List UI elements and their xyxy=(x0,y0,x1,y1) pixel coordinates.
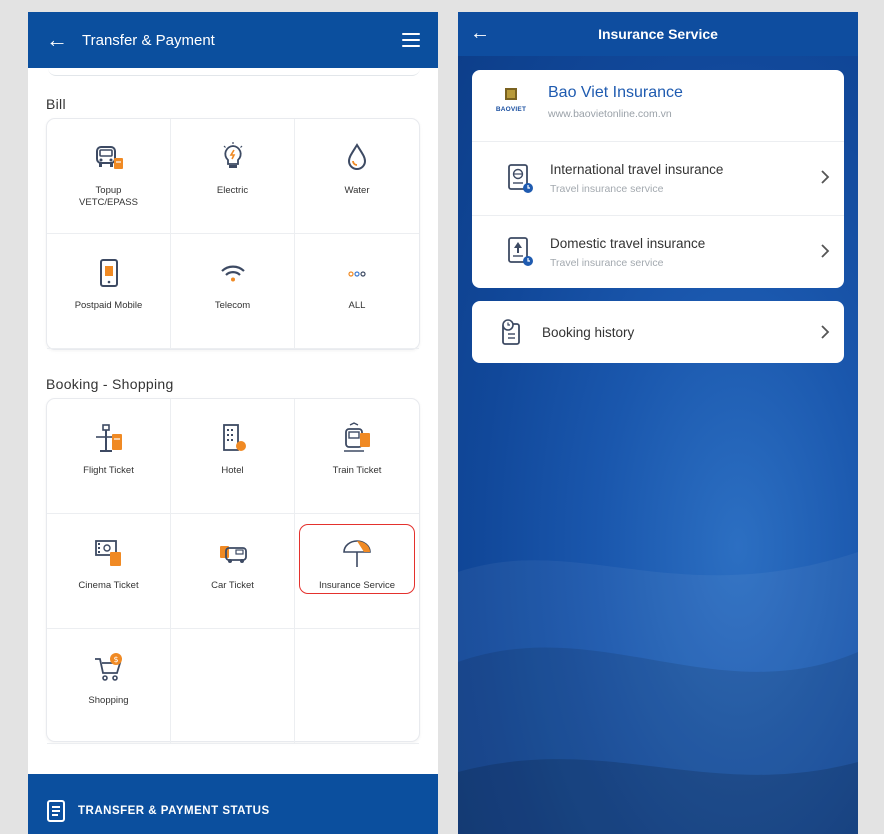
insurance-service-screen: ← Insurance Service BAOVIET Bao Viet Ins… xyxy=(458,12,858,834)
service-title: International travel insurance xyxy=(550,162,724,177)
bill-item-postpaid-mobile[interactable]: Postpaid Mobile xyxy=(47,234,171,349)
bill-section-title: Bill xyxy=(46,96,66,112)
bill-item-telecom[interactable]: Telecom xyxy=(171,234,295,349)
provider-name: Bao Viet Insurance xyxy=(548,84,683,101)
previous-section-edge xyxy=(48,68,420,76)
bill-item-electric[interactable]: Electric xyxy=(171,119,295,234)
film-icon xyxy=(94,540,121,566)
service-international-travel[interactable]: International travel insurance Travel in… xyxy=(472,142,844,215)
back-arrow-icon[interactable]: ← xyxy=(470,22,490,45)
empty-cell xyxy=(171,629,295,744)
bill-item-label: Topup VETC/EPASS xyxy=(79,185,138,208)
baoviet-logo-text: BAOVIET xyxy=(495,106,527,113)
shopping-cart-icon: $ xyxy=(94,653,122,681)
booking-item-label: Train Ticket xyxy=(332,465,382,476)
booking-item-label: Hotel xyxy=(221,465,244,476)
chevron-right-icon xyxy=(821,170,830,184)
service-subtitle: Travel insurance service xyxy=(550,256,664,269)
train-icon xyxy=(344,422,370,452)
transfer-payment-status-bar[interactable]: TRANSFER & PAYMENT STATUS xyxy=(28,774,438,834)
bill-item-label: ALL xyxy=(348,300,366,311)
bill-item-label: Water xyxy=(344,185,370,196)
booking-item-flight[interactable]: Flight Ticket xyxy=(47,399,171,514)
hotel-icon xyxy=(222,424,246,451)
svg-text:$: $ xyxy=(113,655,118,664)
mobile-bill-icon xyxy=(99,259,118,287)
page-title: Insurance Service xyxy=(598,26,718,42)
app-header: ← Insurance Service xyxy=(458,12,858,56)
empty-cell xyxy=(295,629,419,744)
booking-item-hotel[interactable]: Hotel xyxy=(171,399,295,514)
bill-card: Topup VETC/EPASS Electric Water Postpaid… xyxy=(46,118,420,350)
bill-item-label: Postpaid Mobile xyxy=(74,300,143,311)
light-bulb-icon xyxy=(223,142,242,168)
bill-item-label: Electric xyxy=(216,185,249,196)
airport-tower-icon xyxy=(95,424,122,452)
insurance-provider-card: BAOVIET Bao Viet Insurance www.baovieton… xyxy=(472,70,844,288)
status-bar-label: TRANSFER & PAYMENT STATUS xyxy=(78,805,270,817)
booking-item-label: Flight Ticket xyxy=(83,465,134,476)
booking-item-label: Shopping xyxy=(88,695,129,706)
bill-item-water[interactable]: Water xyxy=(295,119,419,234)
booking-item-label: Cinema Ticket xyxy=(78,580,139,591)
booking-item-train[interactable]: Train Ticket xyxy=(295,399,419,514)
chevron-right-icon xyxy=(821,325,830,339)
service-title: Domestic travel insurance xyxy=(550,235,706,251)
document-list-icon xyxy=(47,800,65,822)
toll-car-icon xyxy=(95,146,123,169)
service-subtitle: Travel insurance service xyxy=(550,183,664,195)
wifi-icon xyxy=(220,265,245,282)
booking-item-cinema[interactable]: Cinema Ticket xyxy=(47,514,171,629)
booking-section-title: Booking - Shopping xyxy=(46,376,174,392)
passport-plane-icon xyxy=(508,237,533,266)
history-document-icon xyxy=(502,319,520,345)
transfer-payment-screen: ← Transfer & Payment Bill Topup VETC/EPA… xyxy=(28,12,438,834)
provider-url: www.baovietonline.com.vn xyxy=(548,108,672,120)
booking-item-car[interactable]: Car Ticket xyxy=(171,514,295,629)
bill-item-all[interactable]: ALL xyxy=(295,234,419,349)
more-dots-icon xyxy=(348,271,366,277)
hamburger-menu-icon[interactable] xyxy=(402,33,420,47)
booking-item-insurance[interactable]: Insurance Service xyxy=(295,514,419,629)
app-header: ← Transfer & Payment xyxy=(28,12,438,68)
booking-history-label: Booking history xyxy=(542,324,635,340)
booking-card: Flight Ticket Hotel Train Ticket Cinema … xyxy=(46,398,420,744)
bill-item-topup[interactable]: Topup VETC/EPASS xyxy=(47,119,171,234)
page-title: Transfer & Payment xyxy=(82,31,215,49)
bill-item-label: Telecom xyxy=(214,300,251,311)
passport-globe-icon xyxy=(508,163,533,193)
provider-header: BAOVIET Bao Viet Insurance www.baovieton… xyxy=(472,70,844,142)
chevron-right-icon xyxy=(821,244,830,258)
selection-highlight xyxy=(299,524,415,594)
water-drop-icon xyxy=(347,143,367,170)
baoviet-logo-mark xyxy=(505,88,517,100)
booking-item-shopping[interactable]: $ Shopping xyxy=(47,629,171,744)
back-arrow-icon[interactable]: ← xyxy=(46,27,76,53)
booking-item-label: Car Ticket xyxy=(211,580,254,591)
bus-icon xyxy=(219,546,247,563)
booking-history-card[interactable]: Booking history xyxy=(472,301,844,363)
service-domestic-travel[interactable]: Domestic travel insurance Travel insuran… xyxy=(472,215,844,288)
baoviet-logo: BAOVIET xyxy=(486,84,536,113)
